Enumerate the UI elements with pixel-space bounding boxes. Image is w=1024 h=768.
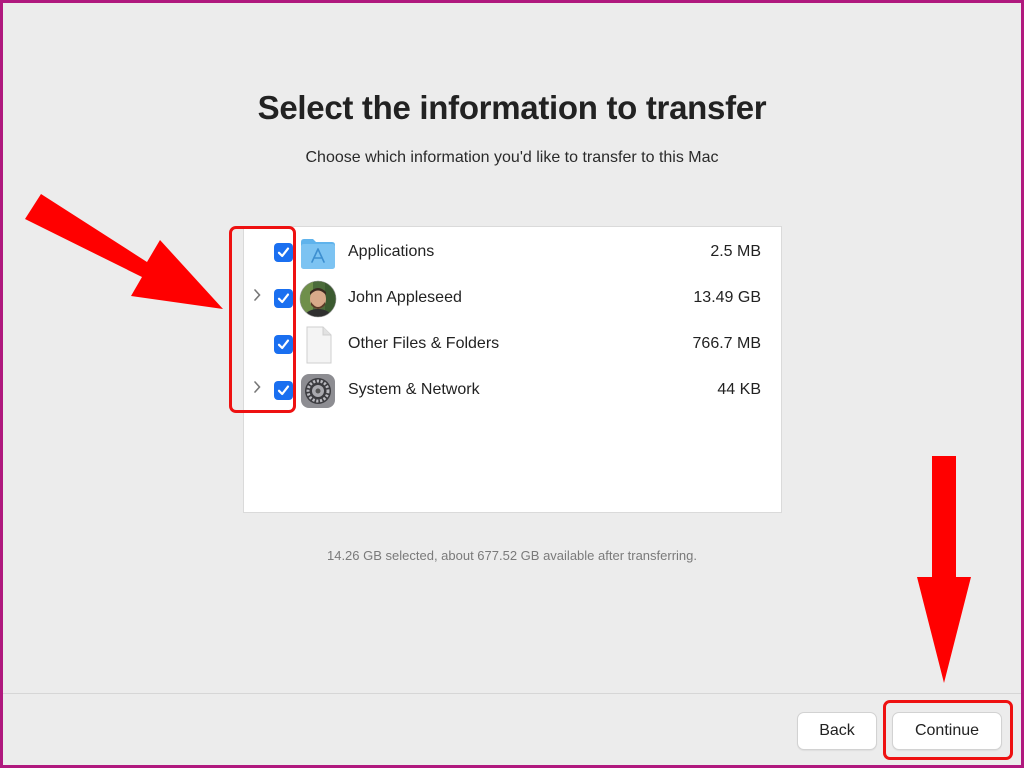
footer-divider — [3, 693, 1021, 694]
migration-assistant-window: Select the information to transfer Choos… — [3, 3, 1021, 765]
user-avatar-icon — [299, 280, 337, 318]
item-label: John Appleseed — [348, 289, 462, 306]
item-size: 13.49 GB — [693, 289, 761, 306]
down-arrow-icon — [917, 456, 971, 683]
list-item-system-network[interactable]: System & Network 44 KB — [244, 368, 781, 414]
system-settings-gear-icon — [299, 372, 337, 410]
item-label: Applications — [348, 243, 435, 260]
selection-summary: 14.26 GB selected, about 677.52 GB avail… — [326, 548, 697, 563]
item-size: 44 KB — [717, 381, 761, 398]
transfer-items-list: Applications 2.5 MB John Appleseed 13.49… — [243, 226, 782, 513]
list-item-user[interactable]: John Appleseed 13.49 GB — [244, 276, 781, 322]
document-icon — [299, 326, 337, 364]
checkbox-highlight-box — [229, 226, 296, 413]
diagonal-arrow-icon — [25, 194, 223, 309]
list-item-applications[interactable]: Applications 2.5 MB — [244, 230, 781, 276]
item-size: 2.5 MB — [710, 243, 761, 260]
item-label: Other Files & Folders — [348, 335, 500, 352]
applications-folder-icon — [299, 234, 337, 272]
list-item-other-files[interactable]: Other Files & Folders 766.7 MB — [244, 322, 781, 368]
page-subtitle: Choose which information you'd like to t… — [305, 149, 719, 166]
back-button[interactable]: Back — [797, 712, 877, 750]
item-size: 766.7 MB — [692, 335, 761, 352]
item-label: System & Network — [348, 381, 480, 398]
page-title: Select the information to transfer — [257, 89, 767, 126]
continue-highlight-box — [883, 700, 1013, 760]
